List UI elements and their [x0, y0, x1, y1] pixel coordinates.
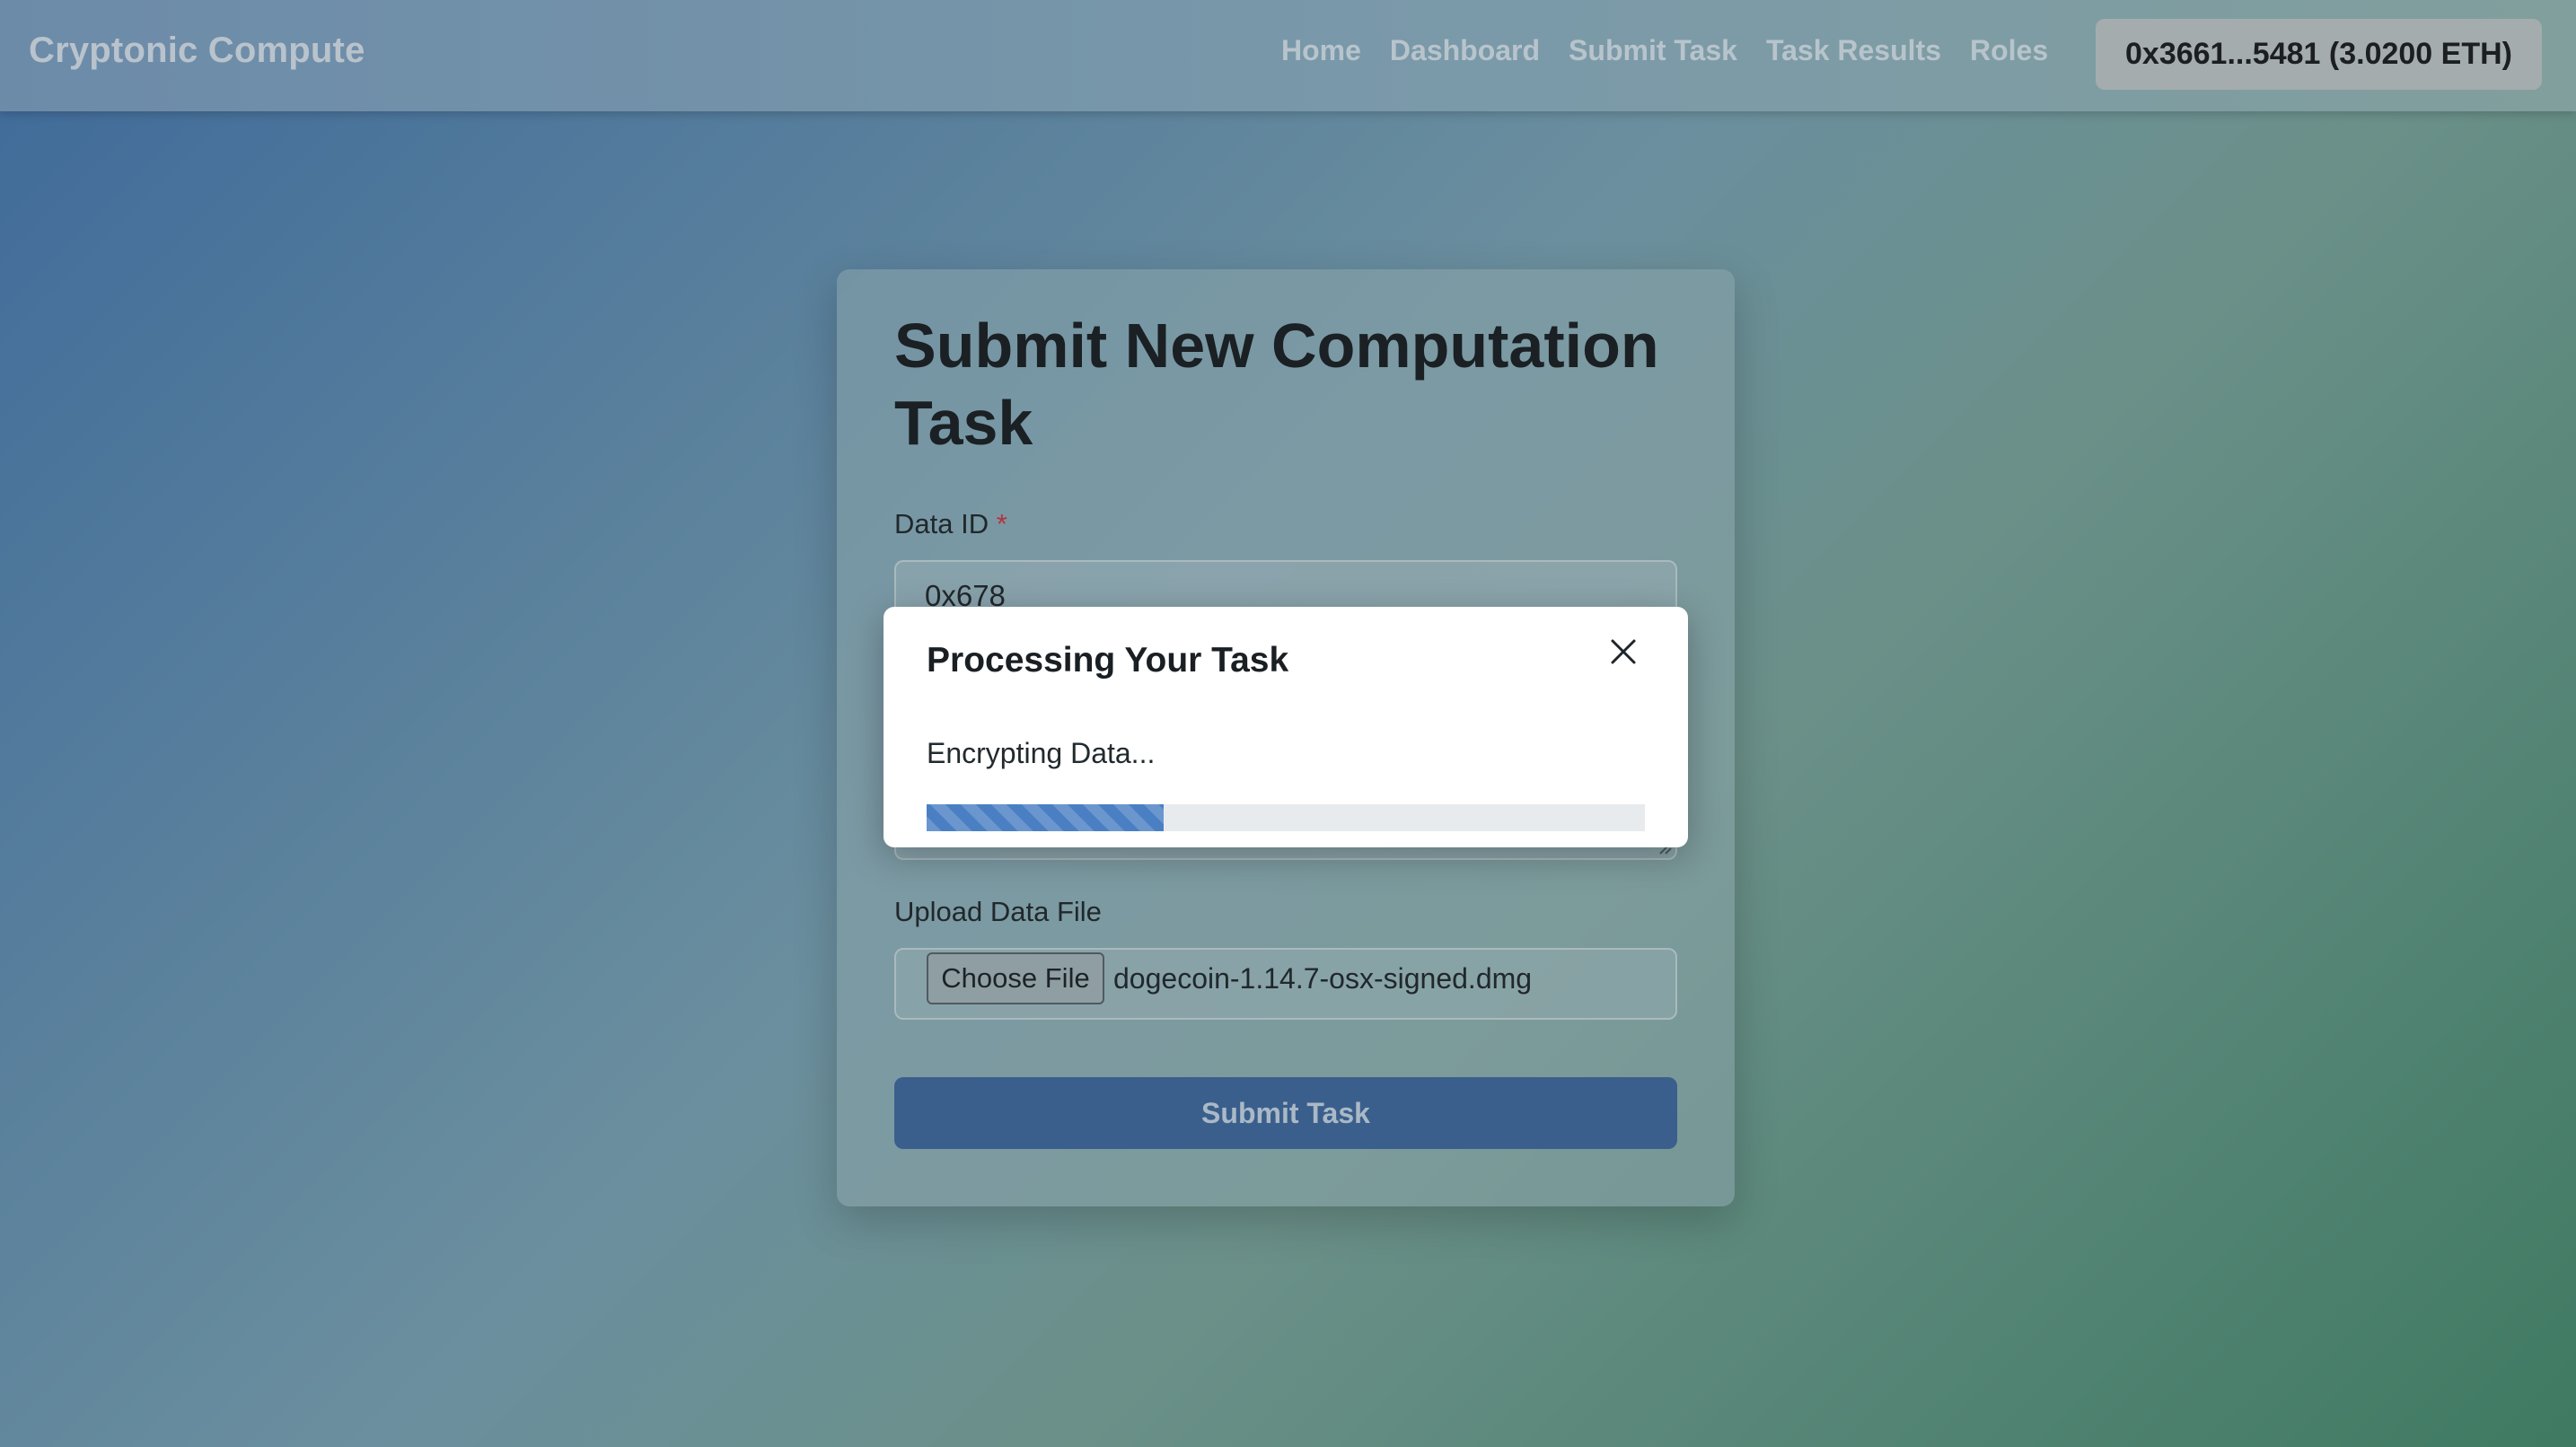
file-upload-field[interactable]: Choose File dogecoin-1.14.7-osx-signed.d… [894, 948, 1677, 1020]
nav-item-task-results[interactable]: Task Results [1766, 34, 1941, 67]
progress-bar-fill [927, 804, 1164, 831]
selected-file-name: dogecoin-1.14.7-osx-signed.dmg [1113, 962, 1533, 995]
nav-item-submit-task[interactable]: Submit Task [1569, 34, 1737, 67]
required-marker: * [996, 508, 1007, 539]
nav-item-dashboard[interactable]: Dashboard [1390, 34, 1540, 67]
choose-file-button[interactable]: Choose File [927, 952, 1104, 1004]
nav-item-home[interactable]: Home [1281, 34, 1361, 67]
wallet-button[interactable]: 0x3661...5481 (3.0200 ETH) [2096, 19, 2542, 90]
modal-title: Processing Your Task [927, 641, 1289, 680]
brand-logo[interactable]: Cryptonic Compute [29, 31, 365, 71]
upload-label: Upload Data File [894, 896, 1102, 927]
top-navbar: Cryptonic Compute Home Dashboard Submit … [0, 0, 2576, 111]
nav-links: Home Dashboard Submit Task Task Results … [1281, 34, 2048, 67]
close-icon[interactable] [1607, 636, 1640, 668]
status-text: Encrypting Data... [927, 737, 1156, 769]
submit-task-button[interactable]: Submit Task [894, 1077, 1677, 1149]
processing-modal: Processing Your Task Encrypting Data... [884, 607, 1688, 847]
page-title: Submit New Computation Task [894, 311, 1659, 458]
progress-bar [927, 804, 1645, 831]
data-id-label: Data ID * [894, 508, 1007, 540]
data-id-label-text: Data ID [894, 508, 989, 539]
nav-item-roles[interactable]: Roles [1970, 34, 2048, 67]
